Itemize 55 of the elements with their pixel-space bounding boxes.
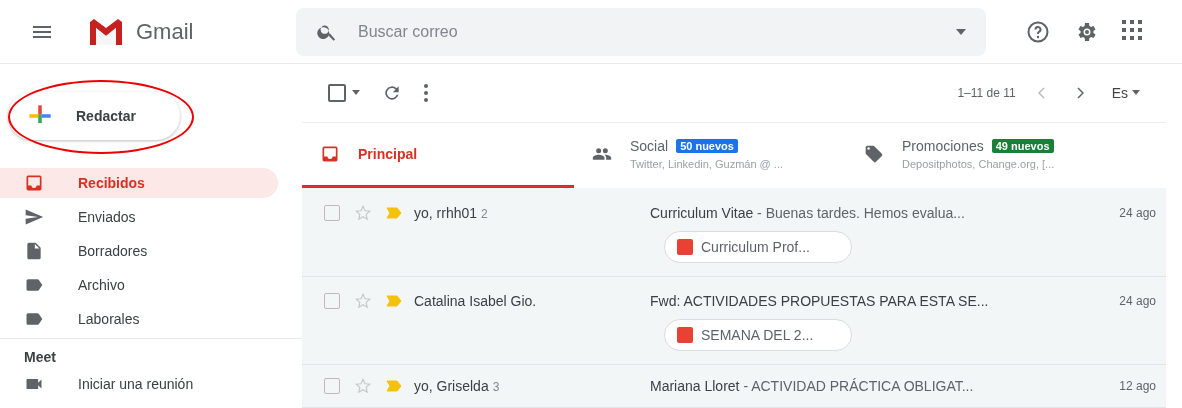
- sidebar-item[interactable]: Iniciar una reunión: [0, 369, 278, 399]
- more-options-icon[interactable]: [424, 83, 428, 102]
- importance-marker-icon[interactable]: [386, 380, 402, 393]
- row-checkbox[interactable]: [324, 378, 340, 395]
- star-icon[interactable]: [354, 292, 372, 311]
- document-icon: [24, 241, 44, 261]
- apps-grid-icon[interactable]: [1122, 19, 1142, 40]
- select-all-checkbox[interactable]: [328, 83, 346, 102]
- compose-button[interactable]: Redactar: [8, 92, 180, 140]
- next-page-icon[interactable]: [1075, 86, 1084, 99]
- sidebar-item[interactable]: Recibidos: [0, 168, 278, 198]
- sidebar-item[interactable]: Laborales: [0, 304, 278, 334]
- search-field[interactable]: Buscar correo: [356, 21, 956, 42]
- email-date: 24 ago: [1118, 294, 1156, 309]
- section-title: Meet: [23, 348, 57, 367]
- email-row[interactable]: yo, rrhh01 2 Curriculum Vitae - Buenas tardes. Hemos evalua... 24 ago Curriculum Prof...: [302, 188, 1166, 277]
- pdf-file-icon: [677, 239, 693, 255]
- email-subject: Mariana Lloret - ACTIVIDAD PRÁCTICA OBLIGAT...: [650, 378, 975, 395]
- envelope-logo-icon: [90, 18, 122, 45]
- email-subject: Curriculum Vitae - Buenas tardes. Hemos evalua...: [650, 205, 966, 221]
- inbox-icon: [24, 173, 44, 193]
- pagination-text: 1–11 de 11: [957, 85, 1016, 100]
- search-bar[interactable]: Buscar correo: [296, 7, 986, 56]
- category-tab[interactable]: Promociones 49 nuevos Depositphotos, Change.org, [...: [846, 122, 1118, 189]
- category-tab[interactable]: Social 50 nuevos Twitter, Linkedin, Guzmán @ ...: [574, 122, 846, 189]
- sender-name: Catalina Isabel Gio.: [414, 293, 538, 310]
- sender-name: yo, Griselda 3: [414, 378, 501, 395]
- importance-marker-icon[interactable]: [386, 295, 402, 308]
- sender-name: yo, rrhh01 2: [414, 205, 489, 221]
- new-count-badge: 50 nuevos: [676, 138, 738, 153]
- attachment-chip[interactable]: SEMANA DEL 2...: [664, 319, 852, 352]
- attachment-chip[interactable]: Curriculum Prof...: [664, 231, 852, 263]
- star-icon[interactable]: [354, 377, 372, 396]
- email-row[interactable]: yo, Griselda 3 Mariana Lloret - ACTIVIDAD PRÁCTICA OBLIGAT... 12 ago: [302, 365, 1166, 408]
- app-name: Gmail: [136, 18, 195, 45]
- email-subject: Fwd: ACTIVIDADES PROPUESTAS PARA ESTA SE...: [650, 293, 990, 310]
- tag-icon: [864, 143, 884, 164]
- caret-icon[interactable]: [956, 28, 966, 35]
- language-selector[interactable]: Es: [1105, 83, 1146, 102]
- email-row[interactable]: Catalina Isabel Gio. Fwd: ACTIVIDADES PROPUESTAS PARA ESTA SE... 24 ago SEMANA DEL 2...: [302, 276, 1166, 366]
- sidebar-item[interactable]: Enviados: [0, 202, 278, 232]
- email-date: 12 ago: [1118, 379, 1156, 394]
- help-icon[interactable]: [1026, 19, 1050, 44]
- sidebar-item[interactable]: Borradores: [0, 236, 278, 266]
- star-icon[interactable]: [354, 204, 372, 222]
- row-checkbox[interactable]: [324, 293, 340, 310]
- send-icon: [24, 207, 44, 227]
- new-count-badge: 49 nuevos: [991, 138, 1054, 153]
- email-date: 24 ago: [1118, 206, 1156, 220]
- pdf-file-icon: [677, 327, 693, 344]
- row-checkbox[interactable]: [324, 205, 340, 221]
- importance-marker-icon[interactable]: [386, 207, 402, 219]
- sidebar-item[interactable]: Archivo: [0, 270, 278, 300]
- caret-icon[interactable]: [352, 90, 360, 96]
- caret-icon: [1132, 90, 1140, 96]
